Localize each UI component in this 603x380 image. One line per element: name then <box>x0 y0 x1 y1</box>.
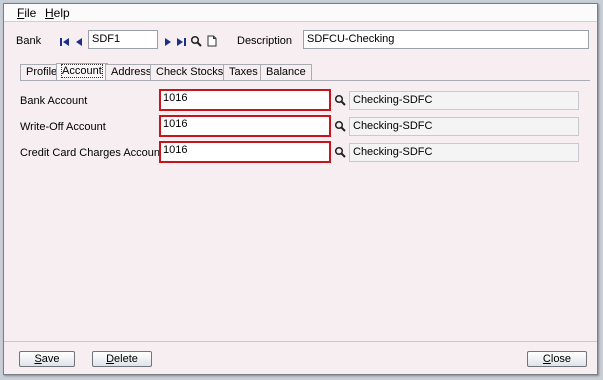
tab-check-stocks[interactable]: Check Stocks <box>150 64 230 80</box>
save-button[interactable]: Save <box>19 351 75 367</box>
credit-card-charges-account-label: Credit Card Charges Account <box>20 147 164 159</box>
next-record-icon[interactable] <box>162 36 174 48</box>
tab-divider <box>20 80 590 81</box>
menu-file[interactable]: File <box>17 6 36 20</box>
delete-button[interactable]: Delete <box>92 351 152 367</box>
bank-label: Bank <box>16 35 42 47</box>
bank-window: File Help Bank SDF1 Description SDFCU-Ch… <box>3 3 598 375</box>
previous-record-icon[interactable] <box>73 36 85 48</box>
close-button[interactable]: Close <box>527 351 587 367</box>
bank-code-field[interactable]: SDF1 <box>88 30 158 49</box>
menu-help[interactable]: Help <box>45 6 70 20</box>
credit-card-charges-search-icon[interactable] <box>334 146 346 158</box>
description-label: Description <box>237 35 293 47</box>
write-off-account-field[interactable]: 1016 <box>159 115 331 137</box>
description-field[interactable]: SDFCU-Checking <box>303 30 589 49</box>
credit-card-charges-description: Checking-SDFC <box>349 143 579 162</box>
bank-account-description: Checking-SDFC <box>349 91 579 110</box>
write-off-account-search-icon[interactable] <box>334 120 346 132</box>
credit-card-charges-account-field[interactable]: 1016 <box>159 141 331 163</box>
button-bar-divider <box>4 341 597 342</box>
bank-account-label: Bank Account <box>20 95 88 107</box>
first-record-icon[interactable] <box>59 36 71 48</box>
bank-account-field[interactable]: 1016 <box>159 89 331 111</box>
write-off-account-label: Write-Off Account <box>20 121 106 133</box>
menu-bar: File Help <box>4 4 597 22</box>
write-off-account-description: Checking-SDFC <box>349 117 579 136</box>
tab-taxes[interactable]: Taxes <box>223 64 264 80</box>
last-record-icon[interactable] <box>175 36 187 48</box>
bank-account-search-icon[interactable] <box>334 94 346 106</box>
search-icon[interactable] <box>190 35 202 47</box>
tab-balance[interactable]: Balance <box>260 64 312 80</box>
tab-account[interactable]: Account <box>56 63 108 81</box>
new-document-icon[interactable] <box>206 35 218 47</box>
